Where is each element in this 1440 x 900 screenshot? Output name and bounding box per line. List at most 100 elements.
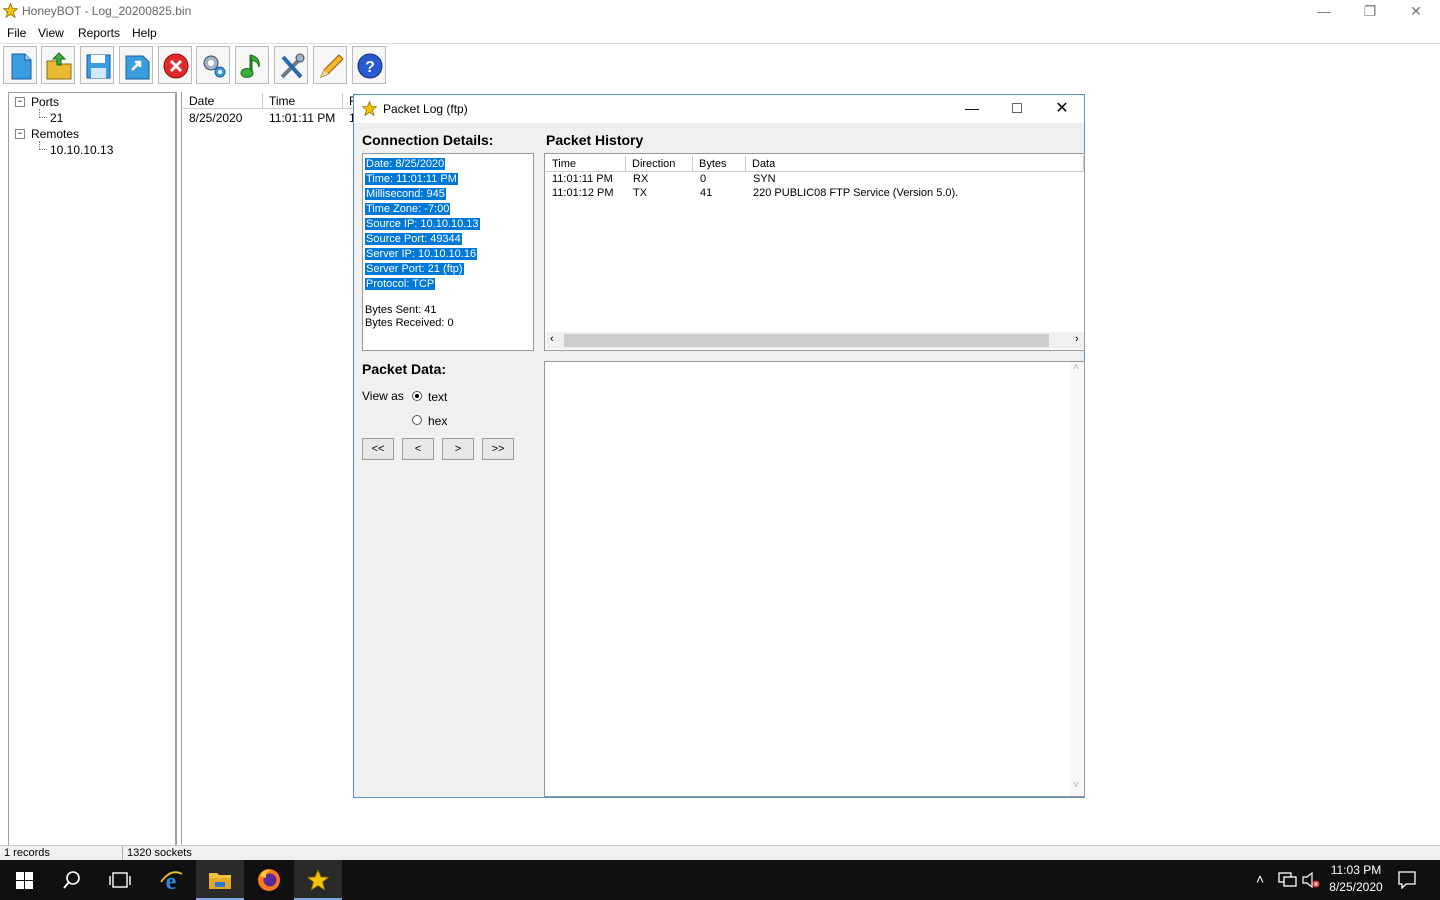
window-title: HoneyBOT - Log_20200825.bin: [22, 4, 192, 18]
honeybot-star-icon: [3, 3, 18, 18]
tree-ports[interactable]: Ports: [31, 95, 59, 109]
ie-taskbar-button[interactable]: e: [147, 860, 195, 900]
row-date[interactable]: 8/25/2020: [189, 111, 242, 125]
help-icon: ?: [357, 53, 383, 79]
edit-button[interactable]: [313, 46, 347, 84]
notifications-icon[interactable]: [1398, 871, 1416, 889]
scroll-up-arrow-icon[interactable]: ˄: [1073, 362, 1079, 373]
save-button[interactable]: [80, 46, 114, 84]
dialog-close-button[interactable]: ✕: [1039, 95, 1085, 123]
hist-direction: TX: [633, 187, 648, 199]
detail-line: Server Port: 21 (ftp): [365, 263, 464, 275]
close-button[interactable]: ✕: [1393, 0, 1439, 22]
hist-col-bytes[interactable]: Bytes: [693, 156, 746, 172]
history-horizontal-scrollbar[interactable]: ‹ ›: [546, 332, 1084, 349]
hist-data: SYN: [753, 173, 776, 185]
detail-line: Source IP: 10.10.10.13: [365, 218, 480, 230]
stop-icon: [163, 53, 189, 79]
packet-history-list: Time Direction Bytes Data 11:01:11 PM RX…: [544, 153, 1085, 351]
hist-col-direction[interactable]: Direction: [626, 156, 693, 172]
detail-line: Date: 8/25/2020: [365, 158, 446, 170]
connection-details-box[interactable]: Date: 8/25/2020 Time: 11:01:11 PM Millis…: [362, 153, 534, 351]
bytes-received: Bytes Received: 0: [365, 317, 454, 329]
text-radio-label[interactable]: text: [428, 390, 447, 404]
new-button[interactable]: [3, 46, 37, 84]
menu-help[interactable]: Help: [132, 26, 157, 40]
tree-remotes[interactable]: Remotes: [31, 127, 79, 141]
settings-icon: [203, 55, 226, 78]
remotes-collapse-toggle[interactable]: −: [15, 129, 25, 139]
save-icon: [86, 54, 111, 79]
table-row[interactable]: 11:01:11 PM RX 0 SYN: [546, 173, 1084, 187]
task-view-icon: [109, 872, 131, 888]
sockets-count: 1320 sockets: [127, 847, 192, 859]
dialog-maximize-button[interactable]: □: [994, 95, 1040, 123]
export-icon: [125, 55, 150, 80]
detail-line: Time Zone: -7:00: [365, 203, 451, 215]
restore-button[interactable]: ❐: [1347, 0, 1393, 22]
hex-radio[interactable]: [412, 415, 422, 425]
tree-port-21[interactable]: 21: [50, 111, 63, 125]
show-hidden-icons-icon[interactable]: ˄: [1256, 871, 1264, 887]
detail-line: Protocol: TCP: [365, 278, 436, 290]
next-packet-button[interactable]: >: [442, 438, 474, 460]
col-date[interactable]: Date: [183, 93, 263, 109]
packet-data-heading: Packet Data:: [362, 361, 447, 377]
detail-line: Source Port: 49344: [365, 233, 462, 245]
packet-data-vertical-scrollbar[interactable]: ˄ ˅: [1070, 362, 1084, 796]
file-explorer-taskbar-button[interactable]: [196, 860, 244, 900]
detail-line: Millisecond: 945: [365, 188, 446, 200]
bytes-sent: Bytes Sent: 41: [365, 304, 437, 316]
prev-packet-button[interactable]: <: [402, 438, 434, 460]
scroll-right-arrow-icon[interactable]: ›: [1075, 333, 1079, 345]
menu-reports[interactable]: Reports: [78, 26, 120, 40]
first-packet-button[interactable]: <<: [362, 438, 394, 460]
scroll-thumb[interactable]: [564, 334, 1049, 347]
packet-log-dialog: Packet Log (ftp) — □ ✕ Connection Detail…: [353, 94, 1085, 798]
hist-data: 220 PUBLIC08 FTP Service (Version 5.0).: [753, 187, 959, 199]
search-icon: [63, 871, 80, 889]
text-radio[interactable]: [412, 391, 422, 401]
hist-direction: RX: [633, 173, 649, 185]
clock[interactable]: 11:03 PM 8/25/2020: [1326, 863, 1386, 894]
hist-time: 11:01:12 PM: [552, 187, 614, 199]
network-icon[interactable]: [1278, 872, 1298, 888]
volume-muted-icon[interactable]: [1302, 872, 1320, 888]
help-button[interactable]: ?: [352, 46, 386, 84]
title-bar: HoneyBOT - Log_20200825.bin — ❐ ✕: [0, 0, 1440, 22]
packet-data-view[interactable]: ˄ ˅: [544, 361, 1085, 797]
honeybot-taskbar-button[interactable]: [294, 860, 342, 900]
windows-logo-icon: [16, 872, 33, 889]
hist-col-time[interactable]: Time: [546, 156, 626, 172]
last-packet-button[interactable]: >>: [482, 438, 514, 460]
ports-collapse-toggle[interactable]: −: [15, 97, 25, 107]
menu-view[interactable]: View: [38, 26, 64, 40]
minimize-button[interactable]: —: [1301, 0, 1347, 22]
start-button[interactable]: [0, 860, 48, 900]
task-view-button[interactable]: [96, 860, 144, 900]
clock-time: 11:03 PM: [1330, 863, 1382, 877]
taskbar: e ˄ 11:03 PM 8/25/2020: [0, 860, 1440, 900]
menu-file[interactable]: File: [7, 26, 26, 40]
open-button[interactable]: [41, 46, 75, 84]
hist-col-data[interactable]: Data: [746, 156, 1084, 172]
search-button[interactable]: [48, 860, 96, 900]
row-time[interactable]: 11:01:11 PM: [269, 111, 335, 125]
export-button[interactable]: [119, 46, 153, 84]
scroll-left-arrow-icon[interactable]: ‹: [550, 333, 554, 345]
dialog-minimize-button[interactable]: —: [949, 95, 995, 123]
stop-button[interactable]: [158, 46, 192, 84]
tree-remote-ip[interactable]: 10.10.10.13: [50, 143, 113, 157]
sound-button[interactable]: [235, 46, 269, 84]
tools-button[interactable]: [274, 46, 308, 84]
firefox-taskbar-button[interactable]: [245, 860, 293, 900]
hex-radio-label[interactable]: hex: [428, 414, 447, 428]
table-row[interactable]: 11:01:12 PM TX 41 220 PUBLIC08 FTP Servi…: [546, 187, 1084, 201]
firefox-icon: [258, 869, 280, 891]
scroll-down-arrow-icon[interactable]: ˅: [1073, 780, 1079, 791]
records-count: 1 records: [4, 847, 50, 859]
hist-bytes: 41: [700, 187, 713, 199]
settings-button[interactable]: [196, 46, 230, 84]
status-bar: 1 records 1320 sockets: [0, 845, 1440, 861]
col-time[interactable]: Time: [263, 93, 343, 109]
